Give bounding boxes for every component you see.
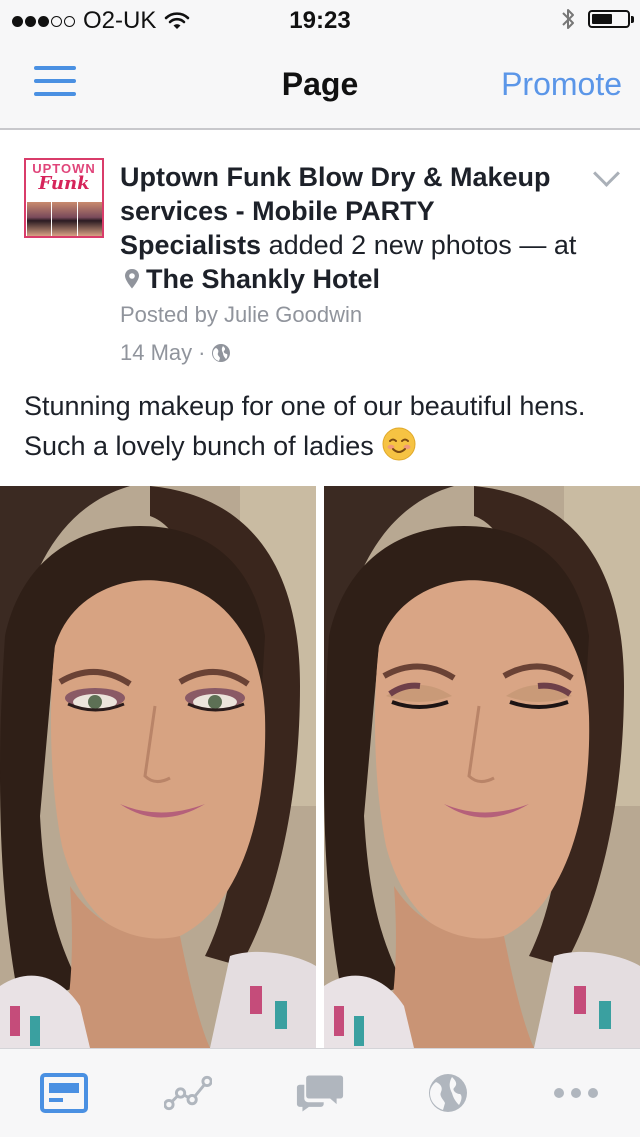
meta-separator: ·	[198, 340, 206, 365]
status-right	[560, 6, 634, 32]
page-avatar[interactable]: UPTOWN Funk	[24, 158, 104, 238]
globe-icon	[212, 344, 231, 362]
post-action: added 2 new photos	[268, 230, 512, 260]
logo-eyes-image	[26, 202, 102, 236]
promote-button[interactable]: Promote	[501, 66, 622, 103]
tab-bar	[0, 1048, 640, 1137]
post-date-row: 14 May ·	[120, 340, 231, 366]
post-photo-1[interactable]	[0, 486, 316, 1048]
post-title: Uptown Funk Blow Dry & Makeup services -…	[120, 160, 580, 296]
bluetooth-icon	[562, 9, 574, 29]
status-bar: O2-UK 19:23	[0, 0, 640, 40]
chevron-down-icon[interactable]	[593, 160, 620, 187]
news-feed-icon[interactable]	[40, 1071, 88, 1115]
posted-by: Posted by Julie Goodwin	[120, 302, 363, 327]
post-header: UPTOWN Funk Uptown Funk Blow Dry & Makeu…	[0, 140, 640, 380]
location-pin-icon	[125, 269, 139, 289]
location-link[interactable]: The Shankly Hotel	[146, 264, 380, 294]
smiling-face-icon	[382, 427, 416, 461]
messages-icon[interactable]	[296, 1071, 344, 1115]
insights-icon[interactable]	[164, 1071, 212, 1115]
globe-tab-icon[interactable]	[424, 1071, 472, 1115]
at-prefix: — at	[519, 230, 577, 260]
post-date[interactable]: 14 May	[120, 340, 192, 366]
post-photo-2[interactable]	[324, 486, 640, 1048]
status-time: 19:23	[289, 7, 351, 34]
post-message: Stunning makeup for one of our beautiful…	[24, 386, 624, 466]
post-text: Stunning makeup for one of our beautiful…	[24, 391, 586, 461]
navigation-bar: Page Promote	[0, 40, 640, 130]
uptown-funk-logo: UPTOWN Funk	[32, 161, 96, 194]
more-icon[interactable]	[552, 1071, 600, 1115]
battery-icon	[588, 10, 634, 28]
